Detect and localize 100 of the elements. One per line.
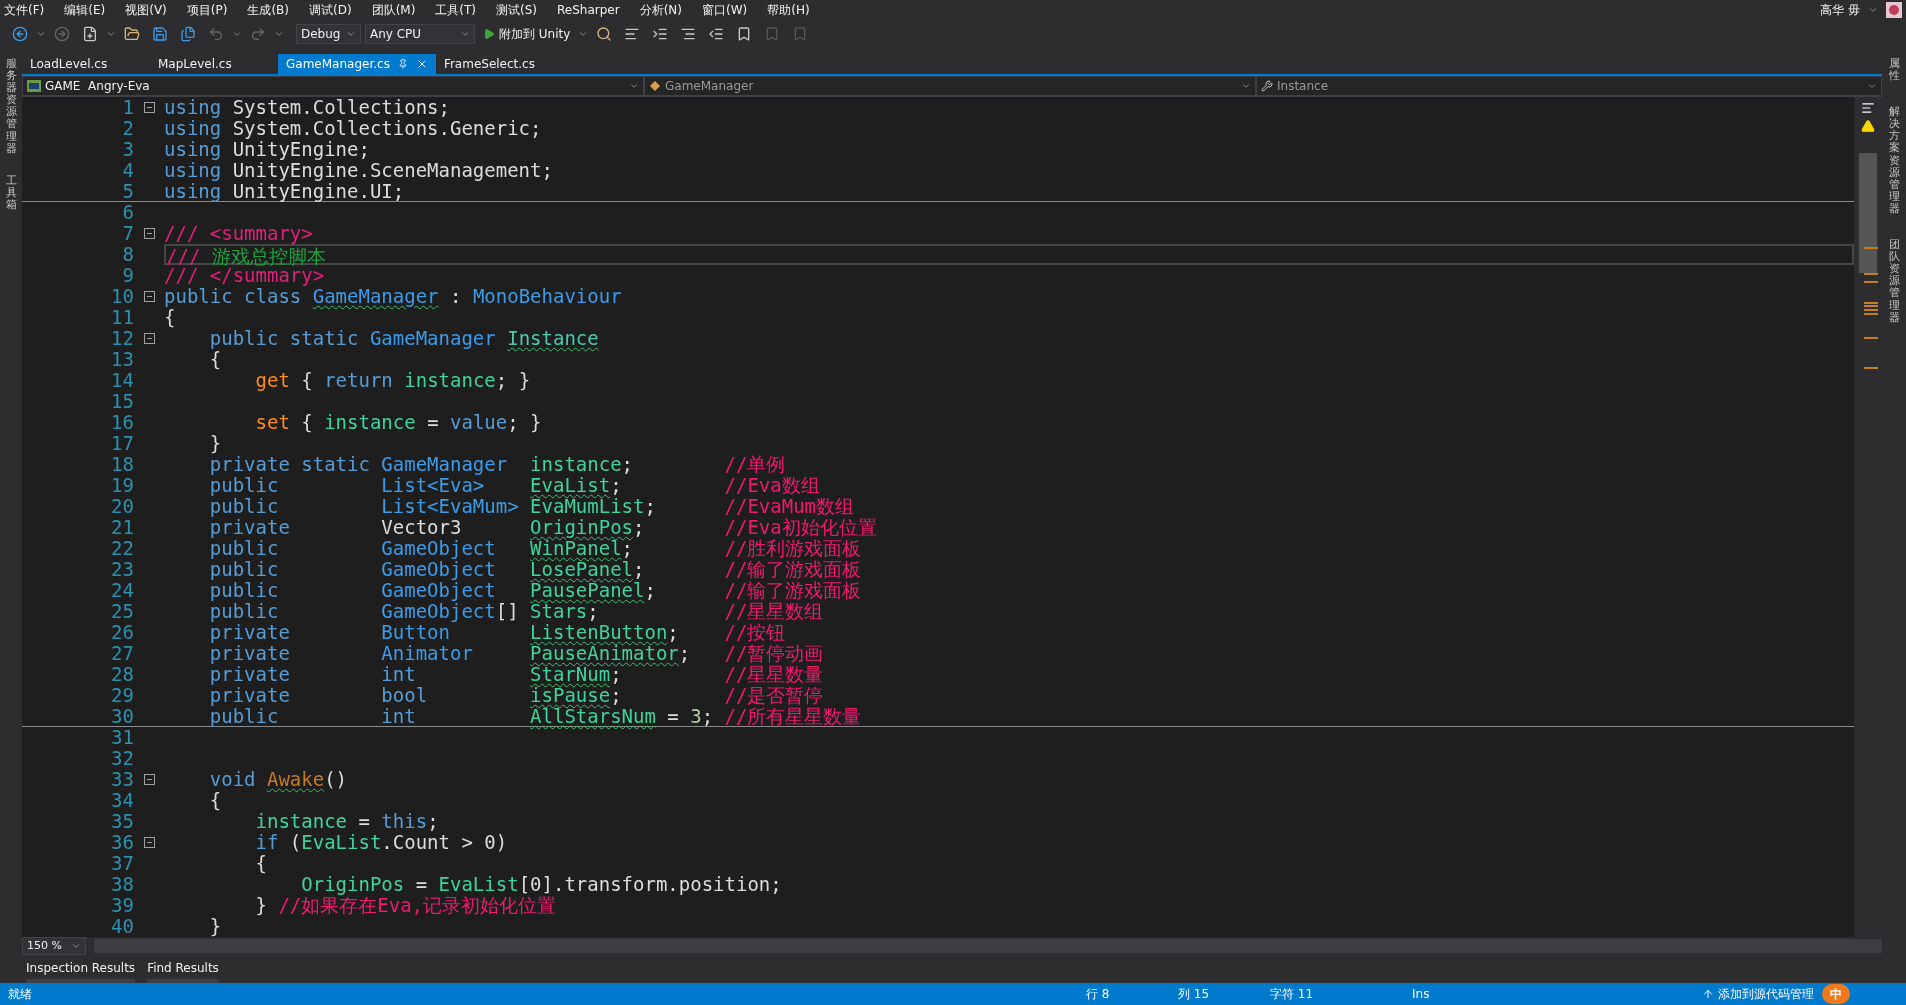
code-line: public int AllStarsNum = 3; //所有星星数量 <box>208 705 862 727</box>
sidebar-tab[interactable]: 服务器资源管理器 <box>5 54 17 159</box>
line-number: 4 <box>121 160 134 181</box>
menu-item[interactable]: 生成(B) <box>247 1 289 19</box>
line-number: 8 <box>121 244 134 265</box>
code-line: { <box>164 306 176 328</box>
line-number: 1 <box>121 97 134 118</box>
menu-item[interactable]: 窗口(W) <box>702 1 748 19</box>
caret-icon[interactable] <box>71 941 81 951</box>
split-icon <box>1861 101 1875 115</box>
code-line: public GameObject PausePanel; //输了游戏面板 <box>208 579 862 601</box>
line-number: 3 <box>121 139 134 160</box>
line-number: 25 <box>110 601 134 622</box>
line-number: 20 <box>110 496 134 517</box>
code-line: } <box>208 432 222 454</box>
code-line: public static GameManager Instance <box>208 327 599 349</box>
code-line: using UnityEngine.SceneManagement; <box>164 159 553 181</box>
code-line: /// <summary> <box>164 222 313 244</box>
play-icon[interactable] <box>483 28 495 40</box>
menu-item[interactable]: 团队(M) <box>371 1 416 19</box>
line-number: 18 <box>110 454 134 475</box>
line-number: 30 <box>110 706 134 726</box>
line-number: 15 <box>110 391 134 412</box>
code-line: { <box>208 789 222 811</box>
menu-item[interactable]: 项目(P) <box>186 1 228 19</box>
file-tab[interactable]: GameManager.cs <box>278 54 436 74</box>
configuration-dropdown[interactable]: Debug <box>296 24 361 44</box>
type-dropdown[interactable]: GameManager <box>644 76 1256 96</box>
file-tab[interactable]: FrameSelect.cs <box>435 54 564 74</box>
line-number: 39 <box>110 895 134 916</box>
menu-item[interactable]: 视图(V) <box>125 1 167 19</box>
user-name[interactable]: 高华 毋 <box>1820 1 1860 19</box>
wrench-icon <box>1261 80 1273 92</box>
attach-button[interactable]: 附加到 Unity <box>479 25 575 43</box>
caret-icon[interactable] <box>1868 5 1878 15</box>
caret-icon[interactable] <box>460 29 470 39</box>
line-number: 34 <box>110 790 134 811</box>
code-line: private static GameManager instance; //单例 <box>208 453 786 475</box>
warning-icon <box>1861 119 1875 133</box>
menu-item[interactable]: 编辑(E) <box>64 1 106 19</box>
sidebar-tab[interactable]: 属性 <box>1888 54 1900 87</box>
code-line: { <box>254 852 267 874</box>
caret-icon[interactable] <box>346 29 356 39</box>
platform-dropdown[interactable]: Any CPU <box>365 24 475 44</box>
line-number: 23 <box>110 559 134 580</box>
line-number: 9 <box>121 265 134 286</box>
caret-icon[interactable] <box>1867 81 1877 91</box>
caret-icon[interactable] <box>1241 81 1251 91</box>
file-tab[interactable]: MapLevel.cs <box>150 54 278 74</box>
line-number: 11 <box>110 307 134 328</box>
code-line: if (EvaList.Count > 0) <box>254 831 508 853</box>
line-number: 35 <box>110 811 134 832</box>
source-control-link[interactable]: 添加到源代码管理 <box>1718 985 1814 1003</box>
menu-item[interactable]: 工具(T) <box>435 1 477 19</box>
code-line: OriginPos = EvaList[0].transform.position; <box>300 873 782 895</box>
line-number: 6 <box>121 202 134 223</box>
code-line: { <box>208 348 222 370</box>
char-indicator: 字符 11 <box>1270 986 1315 1003</box>
collapse-icon[interactable] <box>143 228 155 239</box>
file-tab[interactable]: LoadLevel.cs <box>22 54 150 74</box>
project-dropdown[interactable]: GAME Angry-Eva <box>22 76 644 96</box>
line-number: 13 <box>110 349 134 370</box>
pin-icon[interactable] <box>397 59 408 69</box>
line-number: 24 <box>110 580 134 601</box>
caret-icon[interactable] <box>232 29 242 39</box>
line-number: 21 <box>110 517 134 538</box>
caret-icon[interactable] <box>36 29 46 39</box>
caret-icon[interactable] <box>106 29 116 39</box>
code-line: void Awake() <box>208 768 348 790</box>
menu-item[interactable]: 文件(F) <box>4 1 45 19</box>
scrollbar[interactable] <box>1854 97 1882 937</box>
sidebar-tab[interactable]: 解决方案资源管理器 <box>1888 102 1900 220</box>
menu-item[interactable]: 调试(D) <box>309 1 352 19</box>
sidebar-tab[interactable]: 工具箱 <box>5 170 17 216</box>
collapse-icon[interactable] <box>143 291 155 302</box>
menu-item[interactable]: ReSharper <box>557 1 620 19</box>
caret-icon[interactable] <box>274 29 284 39</box>
caret-icon[interactable] <box>629 81 639 91</box>
line-number: 31 <box>110 727 134 748</box>
collapse-icon[interactable] <box>143 102 155 113</box>
avatar-icon[interactable] <box>1886 2 1902 18</box>
code-line: public List<EvaMum> EvaMumList; //EvaMum数组 <box>208 495 855 517</box>
status-message: 就绪 <box>8 986 33 1003</box>
line-indicator: 行 8 <box>1086 986 1111 1003</box>
menu-item[interactable]: 测试(S) <box>496 1 538 19</box>
line-number: 40 <box>110 916 134 937</box>
caret-icon[interactable] <box>578 29 589 39</box>
line-number: 14 <box>110 370 134 391</box>
scroll-thumb[interactable] <box>1859 153 1877 273</box>
collapse-icon[interactable] <box>143 333 155 344</box>
member-dropdown[interactable]: Instance <box>1256 76 1882 96</box>
menu-item[interactable]: 分析(N) <box>639 1 682 19</box>
code-line: public GameObject WinPanel; //胜利游戏面板 <box>208 537 862 559</box>
line-number: 28 <box>110 664 134 685</box>
code-line: private Vector3 OriginPos; //Eva初始化位置 <box>208 516 877 538</box>
menu-item[interactable]: 帮助(H) <box>767 1 810 19</box>
code-line: private bool isPause; //是否暂停 <box>208 684 824 706</box>
collapse-icon[interactable] <box>143 774 155 785</box>
collapse-icon[interactable] <box>143 837 155 848</box>
sidebar-tab[interactable]: 团队资源管理器 <box>1888 235 1900 328</box>
